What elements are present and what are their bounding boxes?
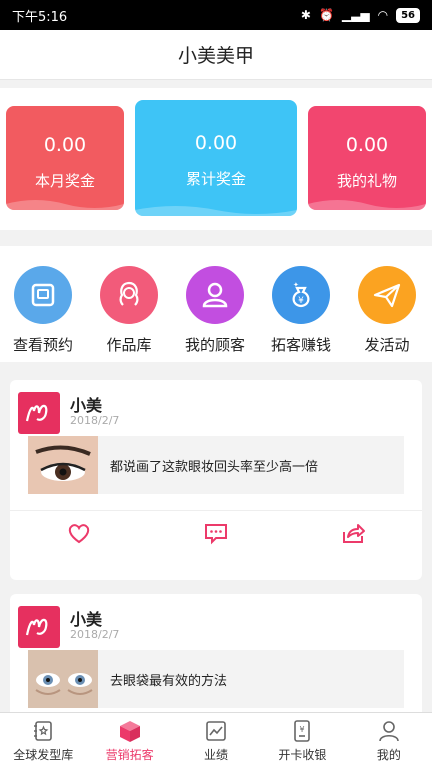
view-appointments-label: 查看预约 [12,336,73,354]
total-bonus-card[interactable]: 0.00 累计奖金 [135,100,297,216]
paper-plane-icon [358,266,416,324]
bluetooth-icon: ✱ [300,8,311,22]
brand-logo-avatar[interactable] [18,606,60,648]
nav-label: 业绩 [204,747,229,762]
stats-panel: 0.00 本月奖金 0.00 累计奖金 0.00 我的礼物 [0,88,432,230]
bottom-nav: 全球发型库 营销拓客 业绩 ¥ 开卡收银 我的 [0,712,432,768]
nav-profile[interactable]: 我的 [346,713,432,768]
earn-money-button[interactable]: ¥ ✦ 拓客赚钱 [258,266,344,355]
total-bonus-label: 累计奖金 [185,170,246,188]
post-author[interactable]: 小美 [70,606,102,630]
my-customers-button[interactable]: 我的顾客 [172,266,258,355]
status-bar: 下午5:16 ✱ ⏰ ▁▃▅ ◠ 56 [0,0,432,30]
svg-text:✦: ✦ [293,281,299,289]
svg-text:¥: ¥ [298,296,304,306]
nav-label: 我的 [376,747,401,762]
page-title: 小美美甲 [177,45,254,67]
comment-icon[interactable] [203,520,229,546]
like-heart-icon[interactable] [66,520,92,546]
article-title: 去眼袋最有效的方法 [110,673,228,689]
profile-icon [379,720,399,741]
cashier-icon: ¥ [294,719,311,742]
nav-performance[interactable]: 业绩 [173,713,259,768]
battery-icon: 56 [396,7,420,23]
post-activity-label: 发活动 [364,336,410,354]
nav-cashier[interactable]: ¥ 开卡收银 [259,713,345,768]
nav-hairstyle-library[interactable]: 全球发型库 [0,713,86,768]
post-actions [10,510,422,554]
wifi-icon: ◠ [377,8,389,22]
article-title: 都说画了这款眼妆回头率至少高一倍 [110,459,319,475]
page-header: 小美美甲 [0,30,432,80]
nav-marketing[interactable]: 营销拓客 [86,713,172,768]
portfolio-label: 作品库 [106,336,152,354]
post-activity-button[interactable]: 发活动 [344,266,430,355]
wave-decoration [135,206,297,216]
earn-money-label: 拓客赚钱 [270,336,331,354]
feed-post: 小美 2018/2/7 去眼袋最有效的方法 [10,594,422,712]
marketing-box-icon [119,720,140,742]
status-time: 下午5:16 [12,9,68,25]
status-icons: ✱ ⏰ ▁▃▅ ◠ 56 [300,7,420,23]
customers-icon [186,266,244,324]
my-gifts-value: 0.00 [345,134,389,156]
appointment-icon [14,266,72,324]
post-author[interactable]: 小美 [70,392,102,416]
performance-chart-icon [206,720,226,741]
signal-icon: ▁▃▅ [341,8,370,22]
my-gifts-card[interactable]: 0.00 我的礼物 [308,106,426,210]
monthly-bonus-card[interactable]: 0.00 本月奖金 [6,106,124,210]
brand-logo-avatar[interactable] [18,392,60,434]
portfolio-icon [100,266,158,324]
nav-label: 全球发型库 [13,747,74,762]
wave-decoration [308,200,426,210]
money-bag-icon: ¥ ✦ [272,266,330,324]
my-gifts-label: 我的礼物 [336,172,397,190]
alarm-icon: ⏰ [318,8,334,22]
eyes-thumbnail [28,650,98,708]
view-appointments-button[interactable]: 查看预约 [0,266,86,355]
article-card[interactable]: 都说画了这款眼妆回头率至少高一倍 [28,436,404,494]
post-date: 2018/2/7 [70,628,120,641]
portfolio-button[interactable]: 作品库 [86,266,172,355]
monthly-bonus-value: 0.00 [43,134,87,156]
wave-decoration [6,200,124,210]
total-bonus-value: 0.00 [194,132,238,154]
hairstyle-library-icon [34,720,53,741]
share-icon[interactable] [340,520,366,546]
post-date: 2018/2/7 [70,414,120,427]
svg-text:¥: ¥ [300,725,305,734]
monthly-bonus-label: 本月奖金 [34,172,95,190]
article-card[interactable]: 去眼袋最有效的方法 [28,650,404,708]
my-customers-label: 我的顾客 [184,336,245,354]
quick-actions: 查看预约 作品库 我的顾客 ¥ ✦ 拓客赚钱 发活动 [0,246,432,362]
nav-label: 开卡收银 [278,747,327,762]
feed-post: 小美 2018/2/7 都说画了这款眼妆回头率至少高一倍 [10,380,422,580]
nav-label: 营销拓客 [105,747,154,762]
eye-makeup-thumbnail [28,436,98,494]
article-feed: 小美 2018/2/7 都说画了这款眼妆回头率至少高一倍 小美 2018/2/7… [0,362,432,712]
